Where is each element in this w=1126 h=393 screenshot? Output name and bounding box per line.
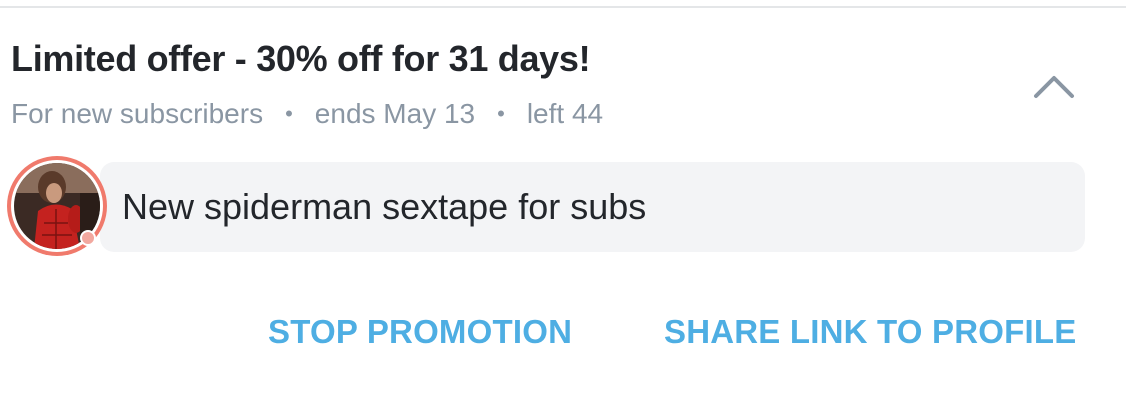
- chevron-up-icon[interactable]: [1030, 68, 1078, 104]
- end-date-label: ends May 13: [314, 98, 476, 129]
- separator-dot: •: [497, 101, 505, 126]
- audience-label: For new subscribers: [11, 98, 264, 129]
- promotion-message: New spiderman sextape for subs: [122, 186, 647, 227]
- promotion-card: Limited offer - 30% off for 31 days! For…: [0, 0, 1126, 393]
- separator-dot: •: [285, 101, 293, 126]
- promotion-title: Limited offer - 30% off for 31 days!: [11, 38, 591, 79]
- top-divider: [0, 0, 1126, 8]
- remaining-count-label: left 44: [526, 98, 604, 129]
- share-link-to-profile-button[interactable]: SHARE LINK TO PROFILE: [664, 313, 1076, 351]
- status-indicator: [80, 230, 96, 246]
- promotion-meta: For new subscribers • ends May 13 • left…: [11, 98, 603, 130]
- stop-promotion-button[interactable]: STOP PROMOTION: [268, 313, 572, 351]
